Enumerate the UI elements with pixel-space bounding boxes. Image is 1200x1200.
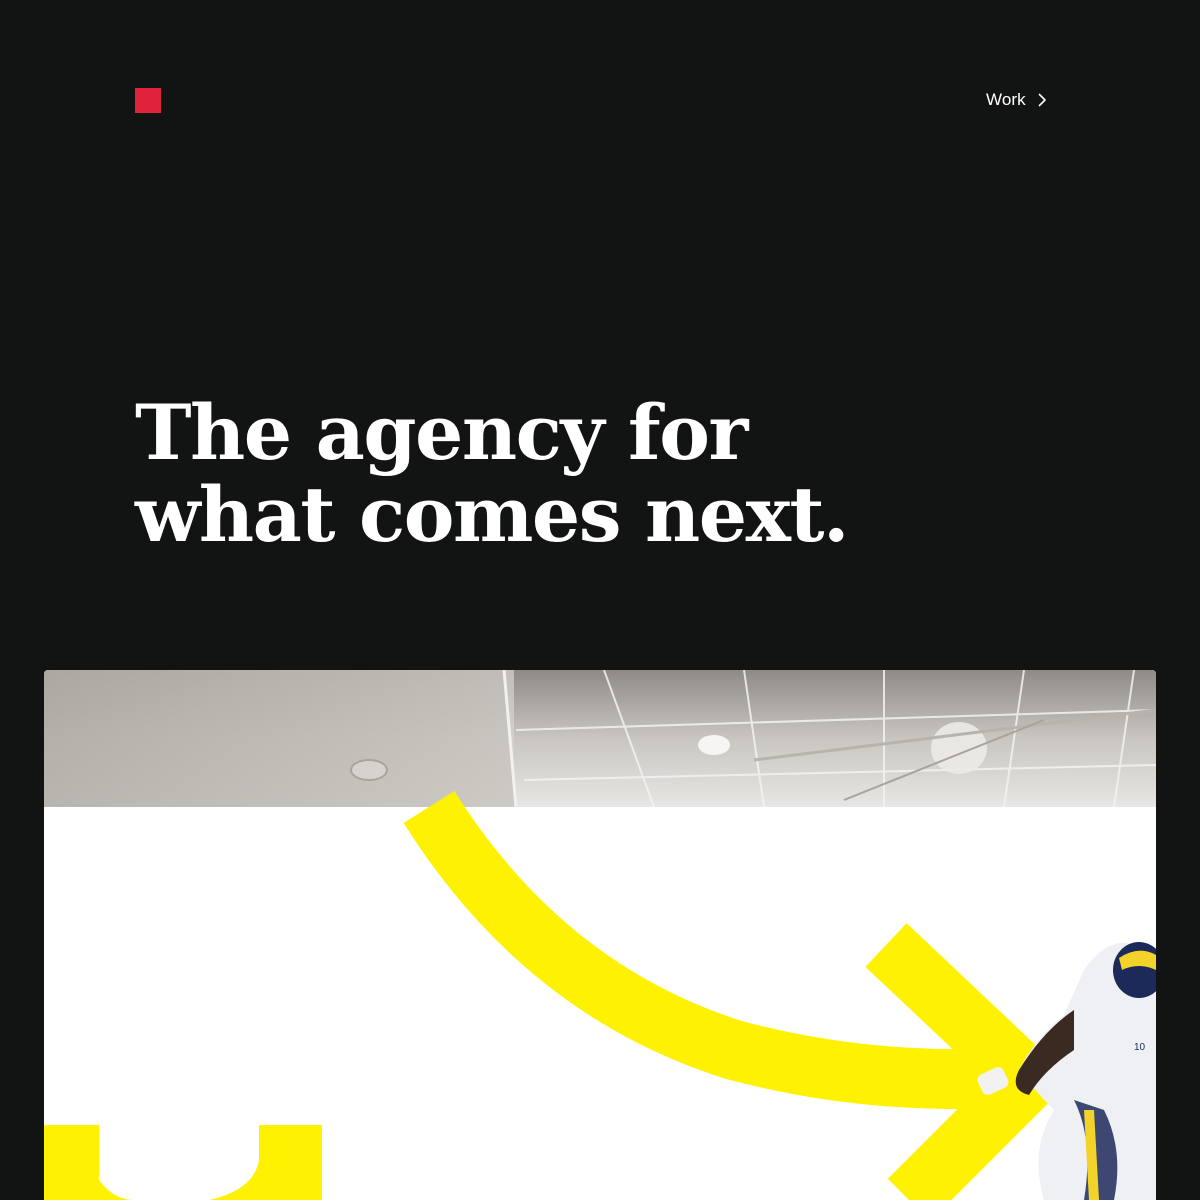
hero-illustration: 10: [44, 670, 1156, 1200]
brand-logo[interactable]: [135, 88, 161, 113]
svg-text:10: 10: [1134, 1042, 1146, 1053]
nav-work-link[interactable]: Work: [986, 88, 1049, 112]
chevron-right-icon: [1038, 93, 1046, 107]
headline-line-2: what comes next.: [135, 470, 849, 559]
ceiling-photo: [44, 670, 1156, 808]
hero-image: 10: [44, 670, 1156, 1200]
nav-work-label: Work: [986, 90, 1026, 109]
headline-line-1: The agency for: [135, 388, 748, 477]
hero-headline: The agency for what comes next.: [135, 388, 849, 559]
